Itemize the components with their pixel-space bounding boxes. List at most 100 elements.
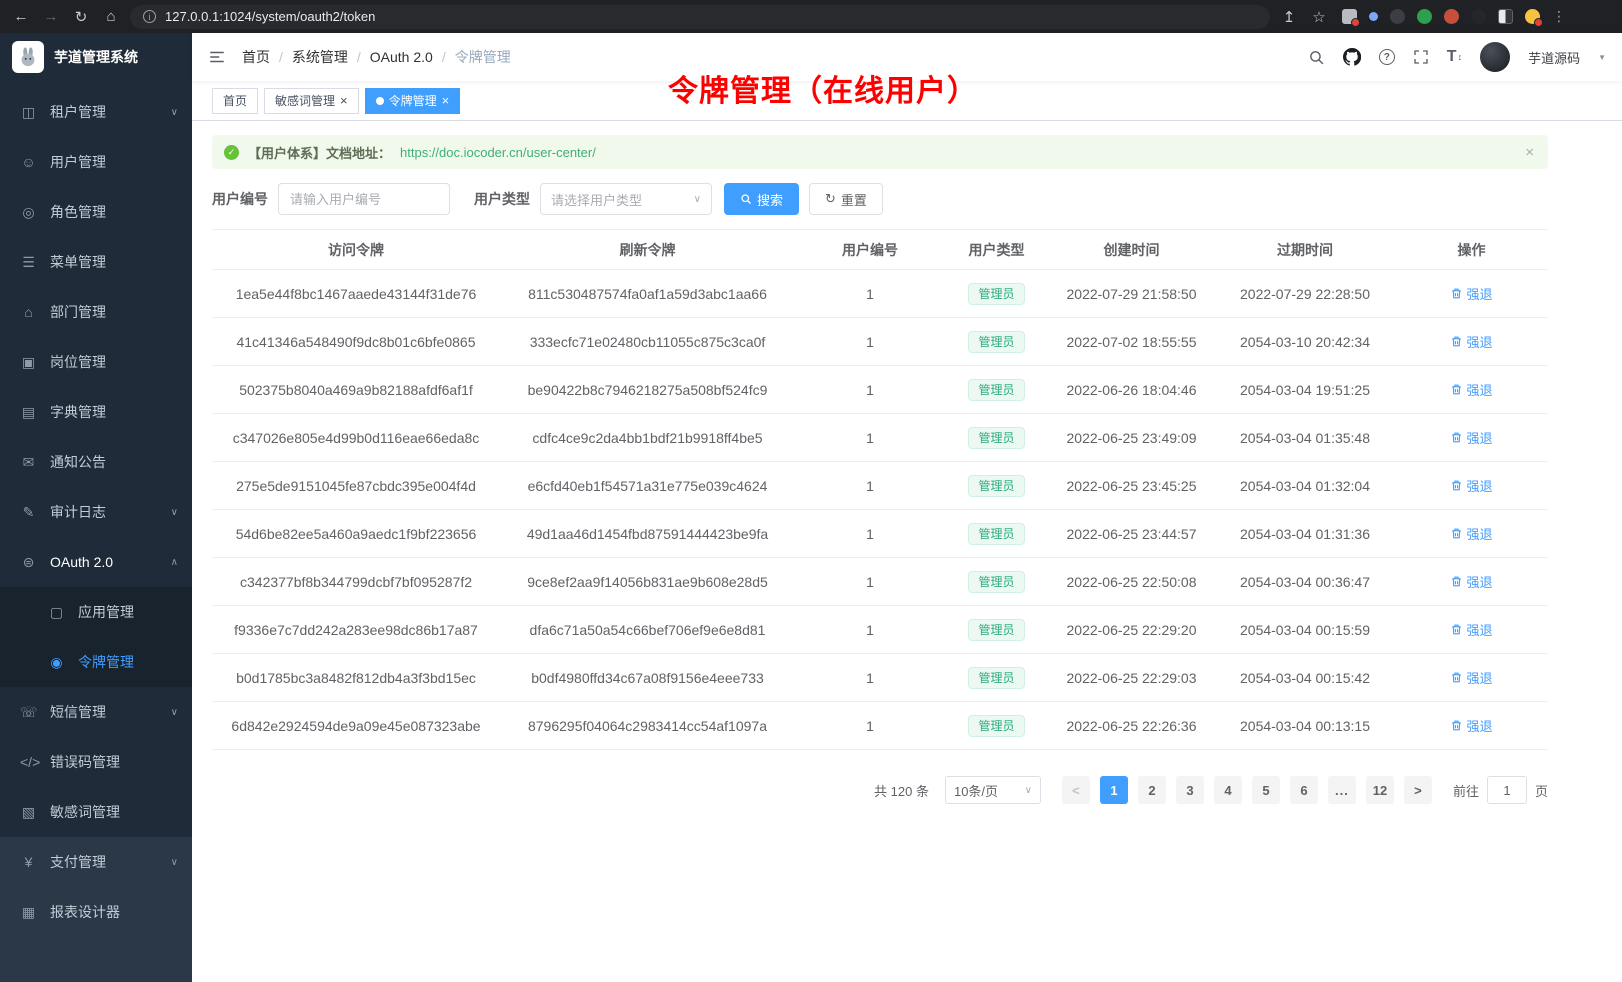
force-logout-button[interactable]: 强退 (1450, 428, 1492, 447)
errcode-icon: </> (20, 754, 37, 770)
sidebar-item-menu[interactable]: ☰菜单管理 (0, 237, 192, 287)
fullscreen-icon[interactable] (1413, 49, 1429, 65)
page-size-select[interactable]: 10条/页 ∨ (945, 776, 1041, 804)
force-logout-button[interactable]: 强退 (1450, 716, 1492, 735)
pagination-ellipsis[interactable]: ... (1328, 776, 1356, 804)
alert-close-icon[interactable]: × (1525, 144, 1534, 161)
hamburger-icon[interactable] (208, 48, 226, 66)
site-info-icon[interactable]: i (143, 10, 156, 23)
alert-doc-link[interactable]: https://doc.iocoder.cn/user-center/ (400, 145, 596, 160)
cell-create-time: 2022-06-25 22:26:36 (1048, 702, 1215, 750)
cell-refresh-token: 811c530487574fa0af1a59d3abc1aa66 (500, 270, 795, 318)
extension-icon-1[interactable] (1342, 9, 1357, 24)
pagination-page-button[interactable]: 12 (1366, 776, 1394, 804)
pagination-page-button[interactable]: 2 (1138, 776, 1166, 804)
sidebar-item-app-mgmt[interactable]: ▢应用管理 (0, 587, 192, 637)
jump-page-input[interactable] (1487, 776, 1527, 804)
font-size-icon[interactable]: T↕ (1447, 48, 1462, 66)
pagination-page-button[interactable]: 1 (1100, 776, 1128, 804)
sidebar-item-label: 令牌管理 (78, 652, 134, 672)
sidebar-item-report-designer[interactable]: ▦报表设计器 (0, 887, 192, 937)
cell-action: 强退 (1395, 270, 1548, 318)
breadcrumb-item[interactable]: OAuth 2.0 (370, 49, 433, 65)
cell-refresh-token: dfa6c71a50a54c66bef706ef9e6e8d81 (500, 606, 795, 654)
user-id-input[interactable] (278, 183, 450, 215)
cell-create-time: 2022-06-25 23:45:25 (1048, 462, 1215, 510)
extension-icon-6[interactable] (1471, 9, 1486, 24)
sidebar-item-dept[interactable]: ⌂部门管理 (0, 287, 192, 337)
extension-icon-5[interactable] (1444, 9, 1459, 24)
caret-down-icon[interactable]: ▼ (1598, 53, 1606, 62)
cell-action: 强退 (1395, 558, 1548, 606)
sidebar-item-user[interactable]: ☺用户管理 (0, 137, 192, 187)
sidebar-item-post[interactable]: ▣岗位管理 (0, 337, 192, 387)
user-type-badge: 管理员 (968, 523, 1024, 545)
force-logout-button[interactable]: 强退 (1450, 668, 1492, 687)
sidebar-item-dict[interactable]: ▤字典管理 (0, 387, 192, 437)
reset-button[interactable]: ↻ 重置 (809, 183, 883, 215)
bookmark-star-icon[interactable]: ☆ (1308, 8, 1330, 26)
user-type-select[interactable]: 请选择用户类型 ∨ (540, 183, 712, 215)
sidebar-item-payment[interactable]: ¥支付管理∨ (0, 837, 192, 887)
search-icon[interactable] (1308, 49, 1325, 66)
extension-icon-4[interactable] (1417, 9, 1432, 24)
main-area: 首页/系统管理/OAuth 2.0/令牌管理 ? (192, 33, 1622, 982)
github-icon[interactable] (1343, 48, 1361, 66)
table-row: c347026e805e4d99b0d116eae66eda8ccdfc4ce9… (212, 414, 1548, 462)
force-logout-button[interactable]: 强退 (1450, 620, 1492, 639)
extension-icon-2[interactable] (1369, 12, 1378, 21)
sidebar-item-oauth2[interactable]: ⊜OAuth 2.0∧ (0, 537, 192, 587)
notice-icon: ✉ (20, 454, 37, 471)
sidebar-item-sms[interactable]: ☏短信管理∨ (0, 687, 192, 737)
pagination-page-button[interactable]: 4 (1214, 776, 1242, 804)
cell-access-token: 6d842e2924594de9a09e45e087323abe (212, 702, 500, 750)
share-icon[interactable]: ↥ (1278, 8, 1300, 26)
chevron-down-icon: ∨ (171, 107, 178, 118)
pagination-page-button[interactable]: 5 (1252, 776, 1280, 804)
sidebar-item-token-mgmt[interactable]: ◉令牌管理 (0, 637, 192, 687)
browser-address-bar[interactable]: i 127.0.0.1:1024/system/oauth2/token (130, 5, 1270, 29)
tab-close-icon[interactable]: × (340, 94, 348, 107)
force-logout-button[interactable]: 强退 (1450, 380, 1492, 399)
tab-home[interactable]: 首页 (212, 88, 258, 114)
sidebar-item-audit-log[interactable]: ✎审计日志∨ (0, 487, 192, 537)
pagination-prev-button[interactable]: < (1062, 776, 1090, 804)
breadcrumb-item[interactable]: 系统管理 (292, 47, 348, 67)
force-logout-button[interactable]: 强退 (1450, 476, 1492, 495)
tab-token[interactable]: 令牌管理× (365, 88, 461, 114)
pagination-page-button[interactable]: 6 (1290, 776, 1318, 804)
split-window-icon[interactable] (1498, 9, 1513, 24)
force-logout-button[interactable]: 强退 (1450, 524, 1492, 543)
browser-chrome: ← → ↻ ⌂ i 127.0.0.1:1024/system/oauth2/t… (0, 0, 1622, 33)
tab-close-icon[interactable]: × (442, 94, 450, 107)
user-name[interactable]: 芋道源码 (1528, 48, 1580, 67)
app-logo[interactable]: 芋道管理系统 (0, 33, 192, 81)
cell-action: 强退 (1395, 462, 1548, 510)
browser-menu-icon[interactable]: ⋮ (1552, 8, 1566, 25)
cell-user-type: 管理员 (945, 702, 1048, 750)
cell-action: 强退 (1395, 654, 1548, 702)
user-avatar[interactable] (1480, 42, 1510, 72)
tab-sensitive-word[interactable]: 敏感词管理× (264, 88, 359, 114)
sidebar-item-notice[interactable]: ✉通知公告 (0, 437, 192, 487)
help-icon[interactable]: ? (1379, 49, 1395, 65)
browser-forward-icon[interactable]: → (40, 8, 62, 25)
extension-icon-3[interactable] (1390, 9, 1405, 24)
force-logout-button[interactable]: 强退 (1450, 332, 1492, 351)
browser-back-icon[interactable]: ← (10, 8, 32, 25)
column-header: 创建时间 (1048, 230, 1215, 270)
profile-avatar-icon[interactable] (1525, 9, 1540, 24)
sidebar-item-label: OAuth 2.0 (50, 554, 113, 570)
browser-home-icon[interactable]: ⌂ (100, 8, 122, 25)
sidebar-item-tenant[interactable]: ◫租户管理∨ (0, 87, 192, 137)
pagination-next-button[interactable]: > (1404, 776, 1432, 804)
search-button[interactable]: 搜索 (724, 183, 799, 215)
sidebar-item-error-code[interactable]: </>错误码管理 (0, 737, 192, 787)
force-logout-button[interactable]: 强退 (1450, 284, 1492, 303)
pagination-page-button[interactable]: 3 (1176, 776, 1204, 804)
browser-reload-icon[interactable]: ↻ (70, 8, 92, 26)
sidebar-item-role[interactable]: ◎角色管理 (0, 187, 192, 237)
breadcrumb-item[interactable]: 首页 (242, 47, 270, 67)
force-logout-button[interactable]: 强退 (1450, 572, 1492, 591)
sidebar-item-sensitive-word[interactable]: ▧敏感词管理 (0, 787, 192, 837)
